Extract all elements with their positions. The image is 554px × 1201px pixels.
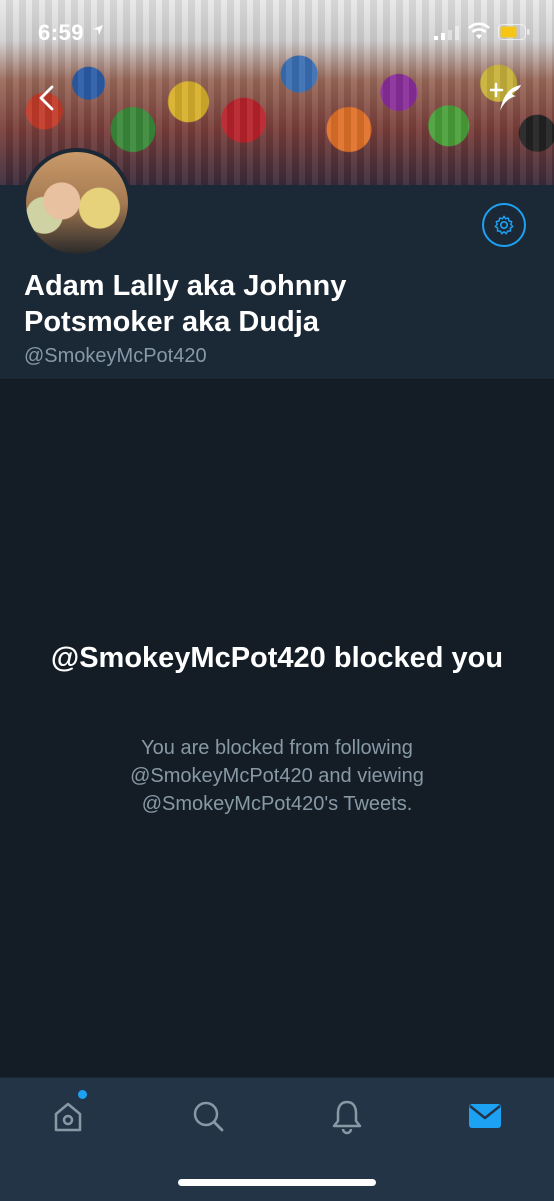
status-time: 6:59 xyxy=(38,20,85,45)
home-notification-dot xyxy=(78,1090,87,1099)
mail-icon[interactable] xyxy=(465,1096,505,1136)
blocked-message: You are blocked from following @SmokeyMc… xyxy=(130,737,424,815)
home-icon[interactable] xyxy=(48,1096,88,1136)
header-divider xyxy=(0,379,554,380)
back-icon[interactable] xyxy=(36,84,58,112)
wifi-icon xyxy=(468,22,490,39)
search-icon[interactable] xyxy=(188,1096,228,1136)
compose-tweet-icon[interactable] xyxy=(490,82,524,114)
status-bar: 6:59 xyxy=(0,0,554,62)
signal-icon xyxy=(434,26,459,40)
location-arrow-icon xyxy=(93,25,103,35)
profile-avatar[interactable] xyxy=(22,148,132,258)
home-indicator[interactable] xyxy=(178,1179,376,1186)
blocked-title: @SmokeyMcPot420 blocked you xyxy=(50,642,504,674)
profile-display-name: Adam Lally aka Johnny Potsmoker aka Dudj… xyxy=(24,270,347,338)
profile-settings-button[interactable] xyxy=(482,203,526,247)
bell-icon[interactable] xyxy=(327,1096,367,1136)
battery-icon xyxy=(498,24,530,40)
gear-icon xyxy=(494,215,514,235)
profile-handle: @SmokeyMcPot420 xyxy=(24,345,207,367)
